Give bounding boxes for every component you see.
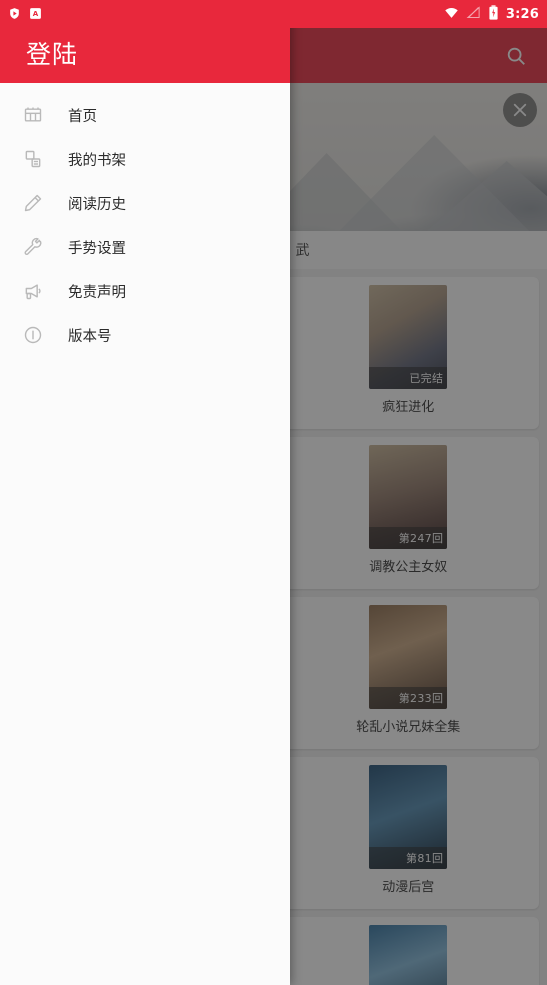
drawer-item-label: 阅读历史: [68, 196, 126, 213]
login-label[interactable]: 登陆: [26, 35, 78, 71]
a-app-icon: A: [29, 5, 42, 24]
drawer-item-label: 我的书架: [68, 152, 126, 169]
info-circle-icon: [20, 322, 46, 348]
svg-text:A: A: [33, 9, 39, 18]
navigation-drawer: 登陆 首页 我的书架 阅读历史 手势设置 免责声明 版本号: [0, 0, 290, 985]
grid-icon: [20, 102, 46, 128]
bookshelf-icon: [20, 146, 46, 172]
drawer-menu-list: 首页 我的书架 阅读历史 手势设置 免责声明 版本号: [0, 83, 290, 357]
megaphone-icon: [20, 278, 46, 304]
wifi-icon: [444, 5, 459, 24]
clock: 3:26: [505, 6, 539, 22]
drawer-item-disclaimer[interactable]: 免责声明: [0, 269, 290, 313]
drawer-item-label: 首页: [68, 108, 97, 125]
pencil-icon: [20, 190, 46, 216]
status-bar-system-icons: 3:26: [444, 4, 539, 24]
battery-icon: [488, 4, 499, 24]
status-bar-notifications: A: [8, 5, 42, 24]
drawer-item-label: 免责声明: [68, 284, 126, 301]
shield-app-icon: [8, 5, 21, 24]
drawer-item-home[interactable]: 首页: [0, 93, 290, 137]
screen-root: 文 玄幻魔法 武 4回 已完结 疯狂进化: [0, 0, 547, 985]
drawer-item-bookshelf[interactable]: 我的书架: [0, 137, 290, 181]
wrench-icon: [20, 234, 46, 260]
drawer-item-history[interactable]: 阅读历史: [0, 181, 290, 225]
status-bar: A 3:26: [0, 0, 547, 28]
drawer-item-gesture-settings[interactable]: 手势设置: [0, 225, 290, 269]
drawer-item-label: 手势设置: [68, 240, 126, 257]
signal-off-icon: [466, 5, 481, 24]
drawer-item-label: 版本号: [68, 328, 112, 345]
drawer-item-version[interactable]: 版本号: [0, 313, 290, 357]
